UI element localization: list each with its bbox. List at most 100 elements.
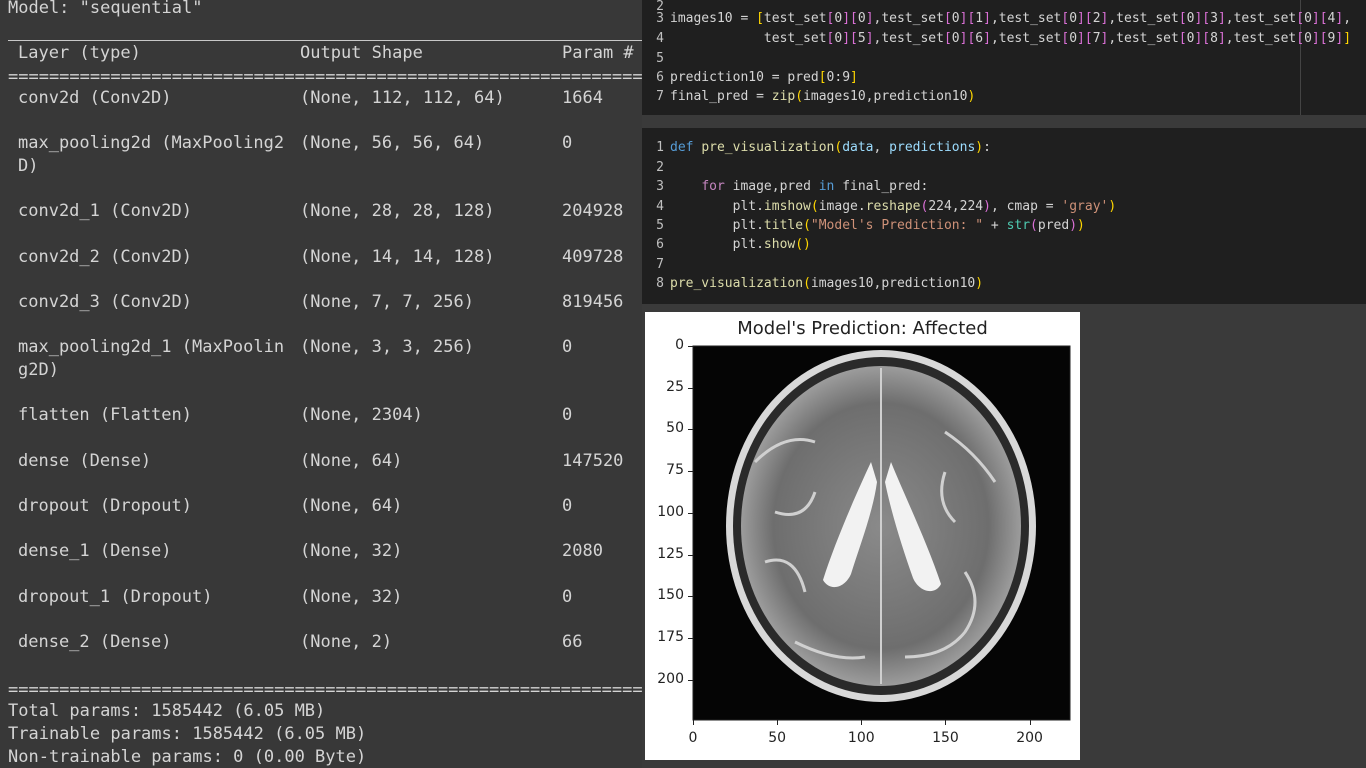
header-output-shape: Output Shape bbox=[300, 43, 423, 63]
layer-name: dropout_1 (Dropout) bbox=[18, 587, 213, 607]
param-count: 147520 bbox=[562, 451, 624, 471]
param-count: 819456 bbox=[562, 292, 624, 312]
code-line: def pre_visualization(data, predictions)… bbox=[670, 140, 991, 155]
y-tick-label: 75 bbox=[666, 462, 684, 479]
layer-name: max_pooling2d (MaxPooling2 D) bbox=[18, 133, 285, 176]
output-shape: (None, 7, 7, 256) bbox=[300, 292, 474, 312]
y-tick-label: 50 bbox=[666, 420, 684, 437]
line-number: 8 bbox=[656, 276, 664, 291]
code-line: final_pred = zip(images10,prediction10) bbox=[670, 89, 976, 104]
line-number: 5 bbox=[656, 51, 664, 66]
param-count: 66 bbox=[562, 632, 583, 652]
x-tick-label: 100 bbox=[847, 730, 875, 746]
param-count: 0 bbox=[562, 337, 573, 357]
output-shape: (None, 64) bbox=[300, 496, 403, 516]
layer-name: conv2d_3 (Conv2D) bbox=[18, 292, 192, 312]
code-line: images10 = [test_set[0][0],test_set[0][1… bbox=[670, 11, 1352, 26]
layer-name: dropout (Dropout) bbox=[18, 496, 192, 516]
line-number: 3 bbox=[656, 179, 664, 194]
y-tick-mark bbox=[688, 596, 693, 598]
output-shape: (None, 64) bbox=[300, 451, 403, 471]
param-count: 204928 bbox=[562, 201, 624, 221]
line-number: 1 bbox=[656, 140, 664, 155]
y-tick-mark bbox=[688, 554, 693, 556]
param-count: 409728 bbox=[562, 247, 624, 267]
x-tick-label: 150 bbox=[932, 730, 959, 746]
output-shape: (None, 14, 14, 128) bbox=[300, 247, 495, 267]
non-trainable-params: Non-trainable params: 0 (0.00 Byte) bbox=[8, 747, 367, 767]
line-number: 7 bbox=[656, 257, 664, 272]
code-cell-1[interactable]: 2 3 4 5 6 7 images10 = [test_set[0][0],t… bbox=[642, 0, 1366, 115]
param-count: 0 bbox=[562, 133, 573, 153]
output-shape: (None, 112, 112, 64) bbox=[300, 88, 505, 108]
layer-name: conv2d (Conv2D) bbox=[18, 88, 172, 108]
header-separator: ========================================… bbox=[8, 70, 642, 84]
model-summary-output: Model: "sequential" Layer (type) Output … bbox=[0, 0, 642, 768]
line-number: 6 bbox=[656, 237, 664, 252]
y-tick-mark bbox=[688, 429, 693, 431]
y-tick-label: 125 bbox=[657, 545, 684, 562]
param-count: 2080 bbox=[562, 541, 603, 561]
y-tick-label: 150 bbox=[657, 587, 684, 604]
x-tick-mark bbox=[861, 720, 863, 725]
x-tick-mark bbox=[777, 720, 779, 725]
x-tick-mark bbox=[693, 720, 694, 725]
code-line: pre_visualization(images10,prediction10) bbox=[670, 276, 984, 291]
header-param-count: Param # bbox=[562, 43, 634, 63]
output-shape: (None, 3, 3, 256) bbox=[300, 337, 474, 357]
param-count: 0 bbox=[562, 405, 573, 425]
line-number: 5 bbox=[656, 218, 664, 233]
model-title: Model: "sequential" bbox=[8, 0, 203, 18]
code-line: plt.imshow(image.reshape(224,224), cmap … bbox=[670, 199, 1117, 214]
layer-name: conv2d_1 (Conv2D) bbox=[18, 201, 192, 221]
x-tick-mark bbox=[945, 720, 947, 725]
x-tick-label: 0 bbox=[688, 730, 698, 746]
line-number: 3 bbox=[656, 11, 664, 26]
y-tick-label: 0 bbox=[675, 337, 684, 353]
layer-name: max_pooling2d_1 (MaxPoolin g2D) bbox=[18, 337, 285, 380]
mri-plot bbox=[692, 345, 1071, 721]
y-tick-mark bbox=[688, 471, 693, 473]
output-shape: (None, 28, 28, 128) bbox=[300, 201, 495, 221]
code-line: test_set[0][5],test_set[0][6],test_set[0… bbox=[670, 31, 1352, 46]
y-tick-mark bbox=[688, 638, 693, 640]
y-tick-mark bbox=[688, 512, 693, 514]
total-params: Total params: 1585442 (6.05 MB) bbox=[8, 701, 326, 721]
code-line: for image,pred in final_pred: bbox=[701, 179, 929, 194]
param-count: 1664 bbox=[562, 88, 603, 108]
line-number: 2 bbox=[656, 160, 664, 175]
line-number: 7 bbox=[656, 89, 664, 104]
trainable-params: Trainable params: 1585442 (6.05 MB) bbox=[8, 724, 367, 744]
line-number: 4 bbox=[656, 199, 664, 214]
param-count: 0 bbox=[562, 496, 573, 516]
code-line: prediction10 = pred[0:9] bbox=[670, 70, 858, 85]
header-top-rule bbox=[8, 40, 642, 41]
layer-name: dense (Dense) bbox=[18, 451, 152, 471]
output-shape: (None, 56, 56, 64) bbox=[300, 133, 485, 153]
code-line: plt.show() bbox=[670, 237, 811, 252]
code-cell-2[interactable]: 1 2 3 4 5 6 7 8 def pre_visualization(da… bbox=[642, 128, 1366, 304]
output-shape: (None, 32) bbox=[300, 587, 403, 607]
x-tick-mark bbox=[1029, 720, 1031, 725]
x-tick-label: 50 bbox=[768, 730, 787, 746]
param-count: 0 bbox=[562, 587, 573, 607]
prediction-figure: Model's Prediction: Affected 0 25 50 75 100 1… bbox=[645, 312, 1080, 760]
layer-name: dense_1 (Dense) bbox=[18, 541, 172, 561]
layer-name: flatten (Flatten) bbox=[18, 405, 192, 425]
footer-separator: ========================================… bbox=[8, 683, 642, 697]
y-tick-mark bbox=[688, 387, 693, 389]
line-number: 4 bbox=[656, 31, 664, 46]
y-tick-label: 200 bbox=[657, 670, 684, 687]
y-tick-label: 25 bbox=[666, 378, 684, 395]
code-line: plt.title("Model's Prediction: " + str(p… bbox=[670, 218, 1085, 233]
output-shape: (None, 32) bbox=[300, 541, 403, 561]
y-tick-mark bbox=[688, 679, 693, 681]
output-shape: (None, 2) bbox=[300, 632, 393, 652]
x-tick-label: 200 bbox=[1016, 730, 1043, 746]
y-tick-label: 175 bbox=[657, 629, 684, 646]
line-number: 6 bbox=[656, 70, 664, 85]
y-tick-label: 100 bbox=[657, 503, 684, 520]
output-shape: (None, 2304) bbox=[300, 405, 423, 425]
layer-name: dense_2 (Dense) bbox=[18, 632, 172, 652]
header-layer-type: Layer (type) bbox=[18, 43, 141, 63]
